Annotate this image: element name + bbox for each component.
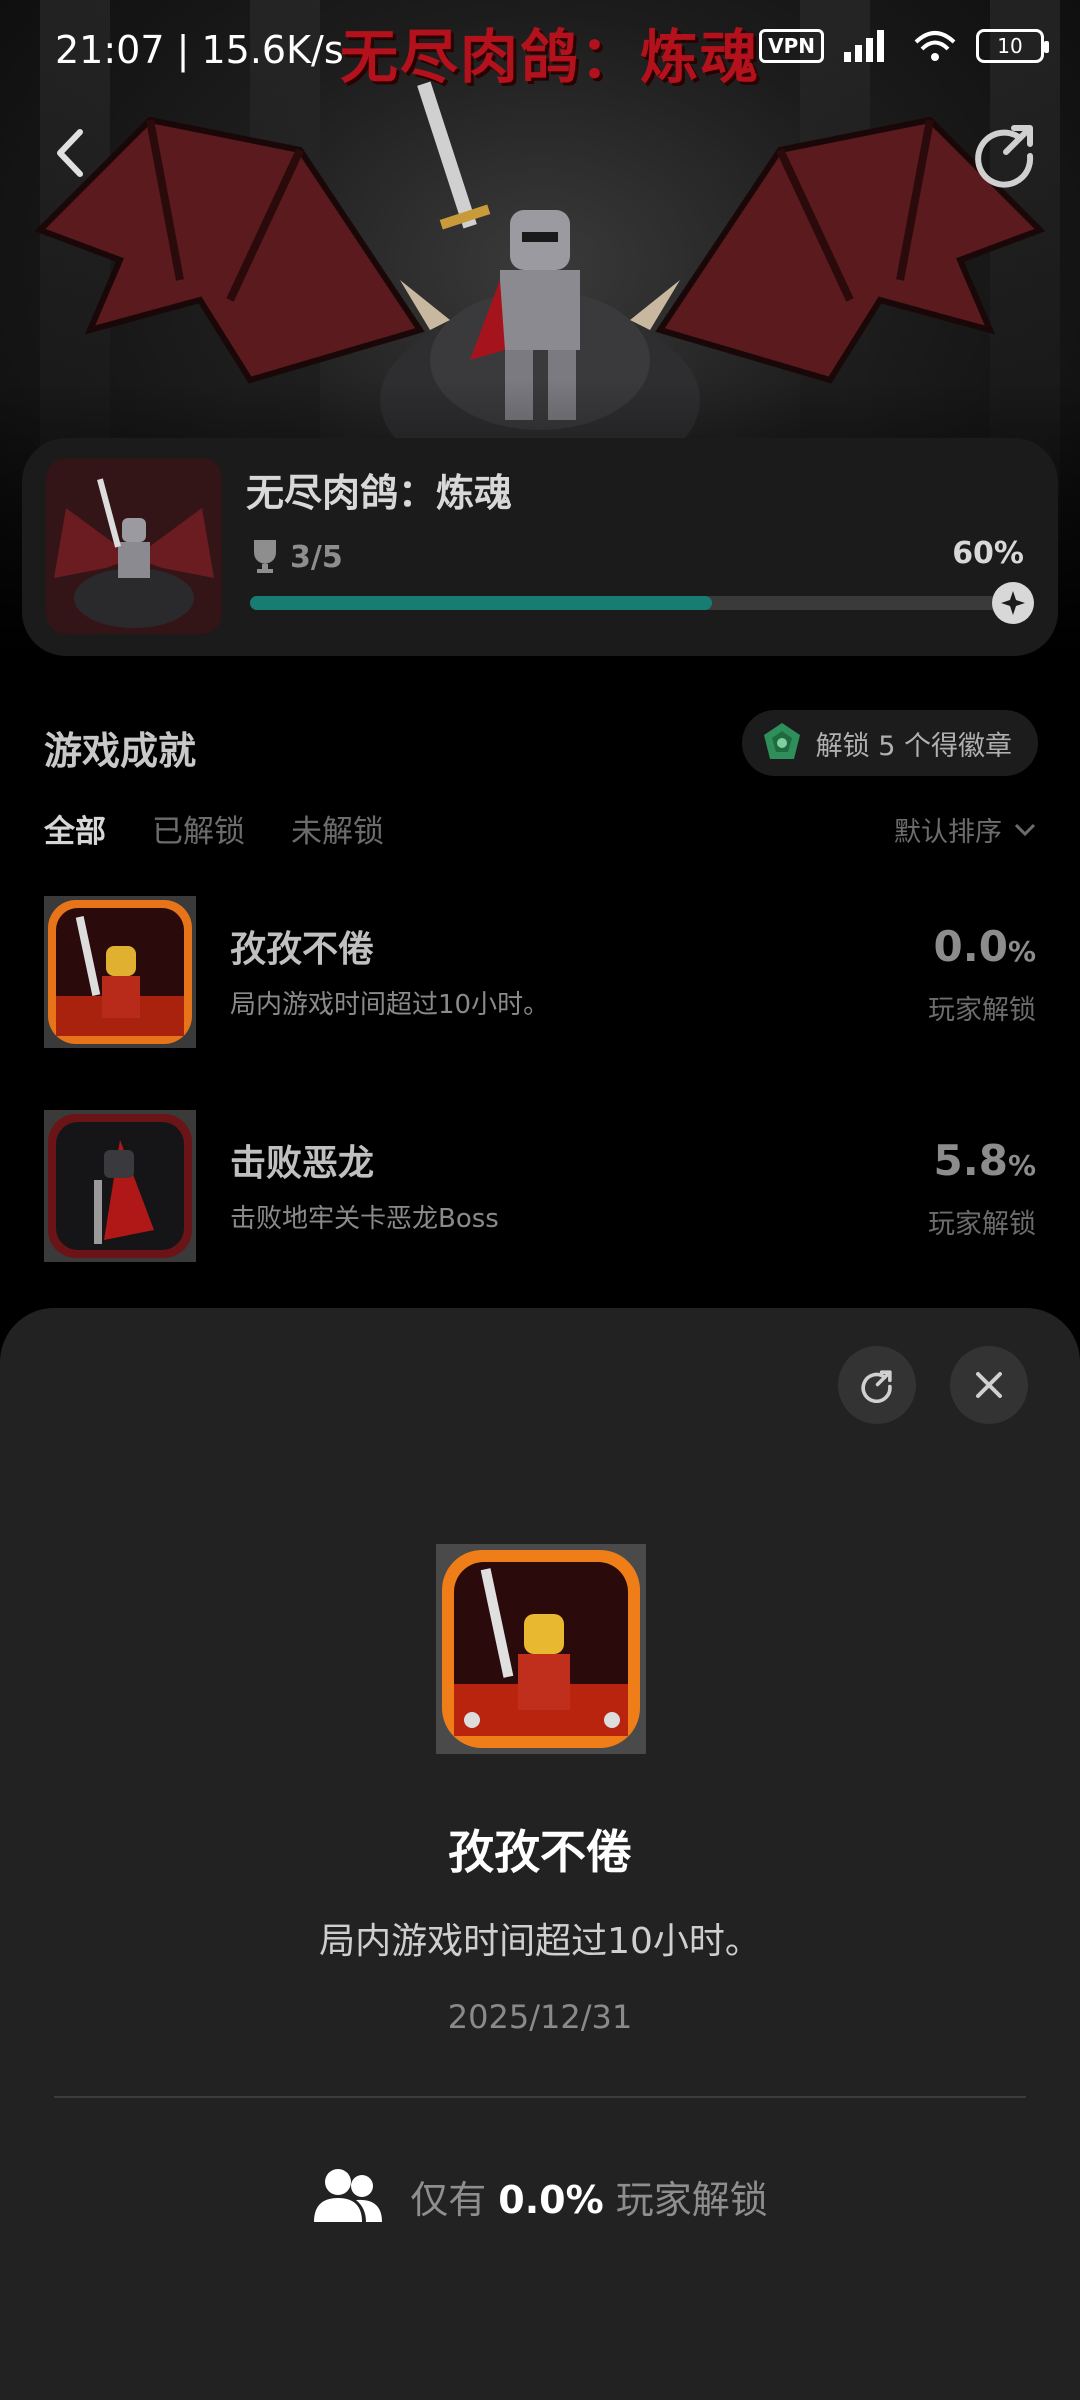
achievement-detail-sheet: 孜孜不倦 局内游戏时间超过10小时。 2025/12/31 仅有 0.0% 玩家…	[0, 1308, 1080, 2400]
achievement-icon-image	[44, 1110, 196, 1262]
completion-progress-bar	[250, 582, 1034, 624]
sheet-achievement-desc: 局内游戏时间超过10小时。	[319, 1921, 761, 1962]
achievement-percent: 0.0%	[933, 922, 1036, 971]
sheet-close-button[interactable]	[950, 1346, 1028, 1424]
game-cover-image	[46, 458, 222, 634]
people-icon	[314, 2169, 383, 2222]
badge-icon	[763, 723, 800, 759]
achievement-percent-label: 玩家解锁	[928, 1209, 1036, 1240]
progress-fill	[250, 596, 712, 610]
sort-dropdown[interactable]: 默认排序	[894, 810, 1036, 849]
tab-all[interactable]: 全部	[44, 806, 106, 851]
tab-unlocked[interactable]: 已解锁	[152, 806, 245, 851]
achievement-percent-label: 玩家解锁	[928, 995, 1036, 1026]
status-icons: VPN 10	[759, 28, 1049, 64]
unlock-stat: 仅有 0.0% 玩家解锁	[0, 2166, 1080, 2226]
sheet-achievement-name: 孜孜不倦	[448, 1825, 632, 1879]
trophy-icon	[254, 540, 276, 573]
achievement-name: 击败恶龙	[230, 1143, 375, 1184]
sheet-achievement-date: 2025/12/31	[447, 1998, 633, 2036]
divider	[54, 2096, 1026, 2098]
status-time: 21:07 | 15.6K/s	[55, 28, 344, 72]
achievement-icon-image	[44, 896, 196, 1048]
back-icon[interactable]	[40, 118, 100, 188]
achievement-large-image	[436, 1544, 646, 1754]
filter-tabs: 全部 已解锁 未解锁	[44, 806, 384, 851]
achievement-count: 3/5	[290, 540, 343, 575]
share-icon[interactable]	[970, 118, 1040, 188]
badge-reward-label: 解锁 5 个得徽章	[815, 730, 1012, 762]
achievement-row[interactable]: 孜孜不倦 局内游戏时间超过10小时。 0.0% 玩家解锁	[44, 896, 1036, 1048]
achievement-desc: 局内游戏时间超过10小时。	[230, 990, 550, 1020]
badge-reward-pill[interactable]: 解锁 5 个得徽章	[741, 710, 1038, 776]
sheet-share-button[interactable]	[838, 1346, 916, 1424]
game-name: 无尽肉鸽：炼魂	[246, 471, 513, 515]
chevron-down-icon	[1014, 823, 1036, 836]
tab-locked[interactable]: 未解锁	[291, 806, 384, 851]
battery-icon: 10	[976, 29, 1049, 63]
signal-icon	[844, 30, 884, 62]
achievement-desc: 击败地牢关卡恶龙Boss	[230, 1204, 499, 1234]
achievement-name: 孜孜不倦	[230, 929, 375, 970]
completion-percent: 60%	[952, 536, 1024, 571]
game-card[interactable]: 无尽肉鸽：炼魂 3/5 60%	[22, 438, 1058, 656]
section-title: 游戏成就	[44, 729, 197, 773]
status-bar: 21:07 | 15.6K/s VPN 10	[0, 0, 1080, 104]
share-icon	[861, 1370, 892, 1403]
achievement-row[interactable]: 击败恶龙 击败地牢关卡恶龙Boss 5.8% 玩家解锁	[44, 1110, 1036, 1262]
close-icon	[976, 1372, 1002, 1398]
vpn-badge: VPN	[759, 29, 824, 63]
wifi-icon	[914, 31, 956, 61]
compass-icon	[992, 582, 1034, 624]
achievement-percent: 5.8%	[933, 1136, 1036, 1185]
sort-label: 默认排序	[894, 817, 1002, 848]
